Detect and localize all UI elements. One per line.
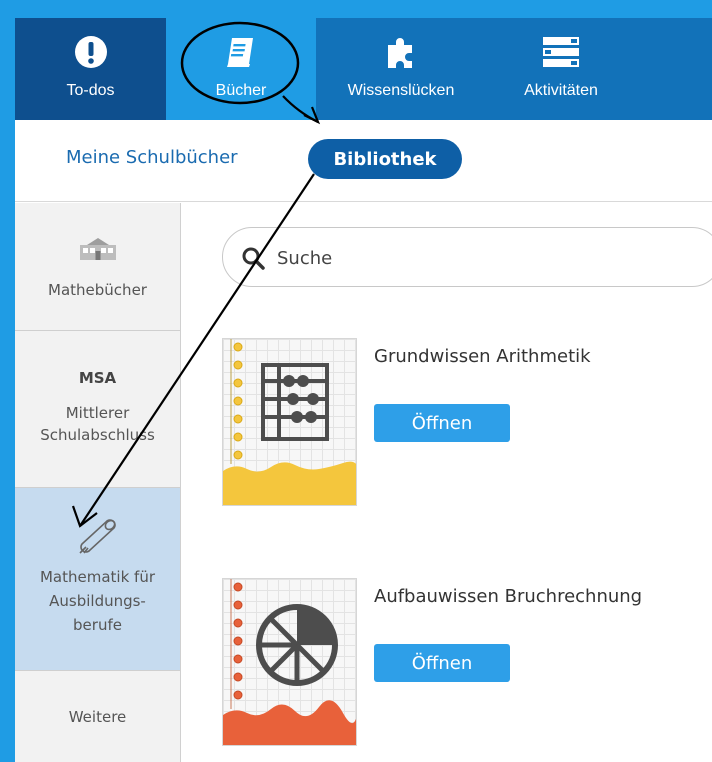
- sidebar-item-abbr: MSA: [78, 369, 117, 387]
- category-sidebar: Mathebücher MSA Mittlerer Schulabschluss…: [15, 203, 181, 762]
- diploma-icon: [76, 514, 120, 558]
- tab-wissensluecken[interactable]: Wissenslücken: [316, 18, 486, 120]
- sub-navigation: Meine Schulbücher Bibliothek: [15, 120, 712, 202]
- my-schoolbooks-link[interactable]: Meine Schulbücher: [66, 147, 238, 168]
- sidebar-item-label: Mathebücher: [48, 281, 147, 299]
- search-bar: [222, 227, 712, 287]
- tab-aktivitaeten[interactable]: Aktivitäten: [486, 18, 636, 120]
- book-card: Grundwissen Arithmetik Öffnen: [222, 338, 702, 508]
- book-cover[interactable]: [222, 578, 357, 746]
- open-book-button[interactable]: Öffnen: [374, 404, 510, 442]
- book-icon: [223, 34, 259, 70]
- cover-color-band: [223, 461, 356, 505]
- book-title: Aufbauwissen Bruchrechnung: [374, 586, 643, 607]
- school-building-icon: [79, 237, 117, 265]
- list-icon: [541, 34, 581, 70]
- sidebar-item-label: Mathematik für: [39, 568, 155, 586]
- tab-label: Wissenslücken: [347, 82, 455, 99]
- frame-border-left: [0, 0, 15, 762]
- book-cover[interactable]: [222, 338, 357, 506]
- open-book-button[interactable]: Öffnen: [374, 644, 510, 682]
- sidebar-item-weitere[interactable]: Weitere: [15, 671, 180, 762]
- tab-buecher[interactable]: Bücher: [166, 18, 316, 120]
- sidebar-item-label: Schulabschluss: [40, 426, 155, 444]
- sidebar-item-label: Mittlerer: [65, 404, 130, 422]
- fraction-circle-icon: [256, 604, 338, 686]
- library-button[interactable]: Bibliothek: [308, 139, 462, 179]
- tab-label: To-dos: [66, 82, 115, 99]
- sidebar-item-mathematik-ausbildungsberufe[interactable]: Mathematik für Ausbildungs- berufe: [15, 488, 180, 671]
- search-icon: [241, 246, 265, 270]
- sidebar-item-label: Weitere: [68, 708, 127, 726]
- cover-color-band: [223, 700, 356, 745]
- tab-label: Bücher: [215, 82, 267, 99]
- top-navigation: To-dos Bücher Wissenslücken Aktivitäten: [15, 18, 712, 120]
- sidebar-item-label: berufe: [73, 616, 122, 634]
- exclamation-icon: [74, 34, 108, 70]
- puzzle-icon: [383, 34, 419, 70]
- book-title: Grundwissen Arithmetik: [374, 346, 591, 367]
- tab-todos[interactable]: To-dos: [15, 18, 166, 120]
- sidebar-item-label: Ausbildungs-: [49, 592, 146, 610]
- search-input[interactable]: [277, 244, 697, 272]
- tab-label: Aktivitäten: [524, 82, 598, 99]
- frame-border-top: [0, 0, 712, 18]
- sidebar-item-msa[interactable]: MSA Mittlerer Schulabschluss: [15, 331, 180, 488]
- sidebar-item-mathebuecher[interactable]: Mathebücher: [15, 203, 180, 331]
- book-card: Aufbauwissen Bruchrechnung Öffnen: [222, 578, 702, 748]
